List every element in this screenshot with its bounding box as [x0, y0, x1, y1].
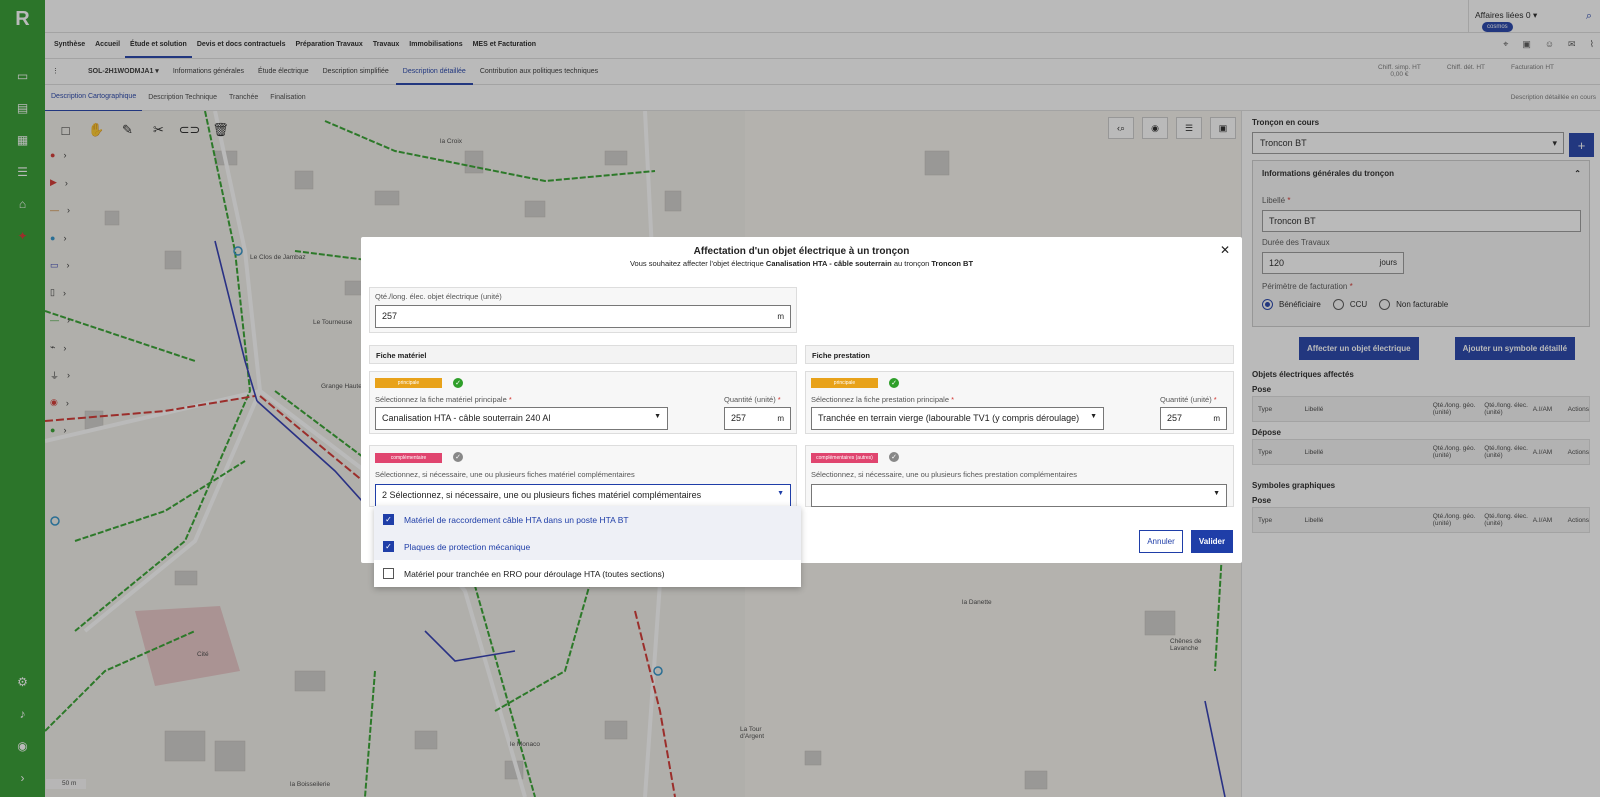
- materiel-comp-dropdown: ✓ Matériel de raccordement câble HTA dan…: [374, 506, 801, 587]
- dropdown-option[interactable]: ✓ Matériel de raccordement câble HTA dan…: [374, 506, 801, 533]
- mat-qty-label: Quantité (unité) *: [724, 395, 781, 404]
- presta-principale-select[interactable]: Tranchée en terrain vierge (labourable T…: [811, 407, 1104, 430]
- mat-principale-label: Sélectionnez la fiche matériel principal…: [375, 395, 512, 404]
- valider-button[interactable]: Valider: [1191, 530, 1233, 553]
- close-icon[interactable]: ✕: [1220, 243, 1230, 257]
- chevron-down-icon: ▼: [777, 490, 784, 497]
- check-icon: ✓: [453, 452, 463, 462]
- tag-complementaire-autres: complémentaires (autres): [811, 453, 878, 463]
- dialog-title: Affectation d'un objet électrique à un t…: [693, 246, 910, 257]
- tag-principale: principale: [375, 378, 442, 388]
- check-icon: ✓: [453, 378, 463, 388]
- mat-comp-select[interactable]: 2 Sélectionnez, si nécessaire, une ou pl…: [375, 484, 791, 507]
- dropdown-option[interactable]: Matériel pour tranchée en RRO pour dérou…: [374, 560, 801, 587]
- fiche-materiel-header: Fiche matériel: [369, 345, 797, 364]
- presta-comp-label: Sélectionnez, si nécessaire, une ou plus…: [811, 470, 1077, 479]
- presta-qty-label: Quantité (unité) *: [1160, 395, 1217, 404]
- mat-comp-label: Sélectionnez, si nécessaire, une ou plus…: [375, 470, 635, 479]
- fiche-prestation-header: Fiche prestation: [805, 345, 1234, 364]
- qty-input[interactable]: 257 m: [375, 305, 791, 328]
- checkbox-checked[interactable]: ✓: [383, 541, 394, 552]
- tag-complementaire: complémentaire: [375, 453, 442, 463]
- chevron-down-icon: ▼: [1090, 413, 1097, 420]
- dialog-subtitle: Vous souhaitez affecter l'objet électriq…: [629, 259, 974, 268]
- check-icon: ✓: [889, 452, 899, 462]
- mat-principale-select[interactable]: Canalisation HTA - câble souterrain 240 …: [375, 407, 668, 430]
- presta-principale-label: Sélectionnez la fiche prestation princip…: [811, 395, 955, 404]
- checkbox-unchecked[interactable]: [383, 568, 394, 579]
- chevron-down-icon: ▼: [1213, 490, 1220, 497]
- annuler-button[interactable]: Annuler: [1139, 530, 1183, 553]
- chevron-down-icon: ▼: [654, 413, 661, 420]
- check-icon: ✓: [889, 378, 899, 388]
- qty-label: Qté./long. élec. objet électrique (unité…: [375, 292, 502, 301]
- dropdown-option[interactable]: ✓ Plaques de protection mécanique: [374, 533, 801, 560]
- mat-qty-input[interactable]: 257 m: [724, 407, 791, 430]
- tag-principale: principale: [811, 378, 878, 388]
- checkbox-checked[interactable]: ✓: [383, 514, 394, 525]
- presta-qty-input[interactable]: 257 m: [1160, 407, 1227, 430]
- presta-comp-select[interactable]: ▼: [811, 484, 1227, 507]
